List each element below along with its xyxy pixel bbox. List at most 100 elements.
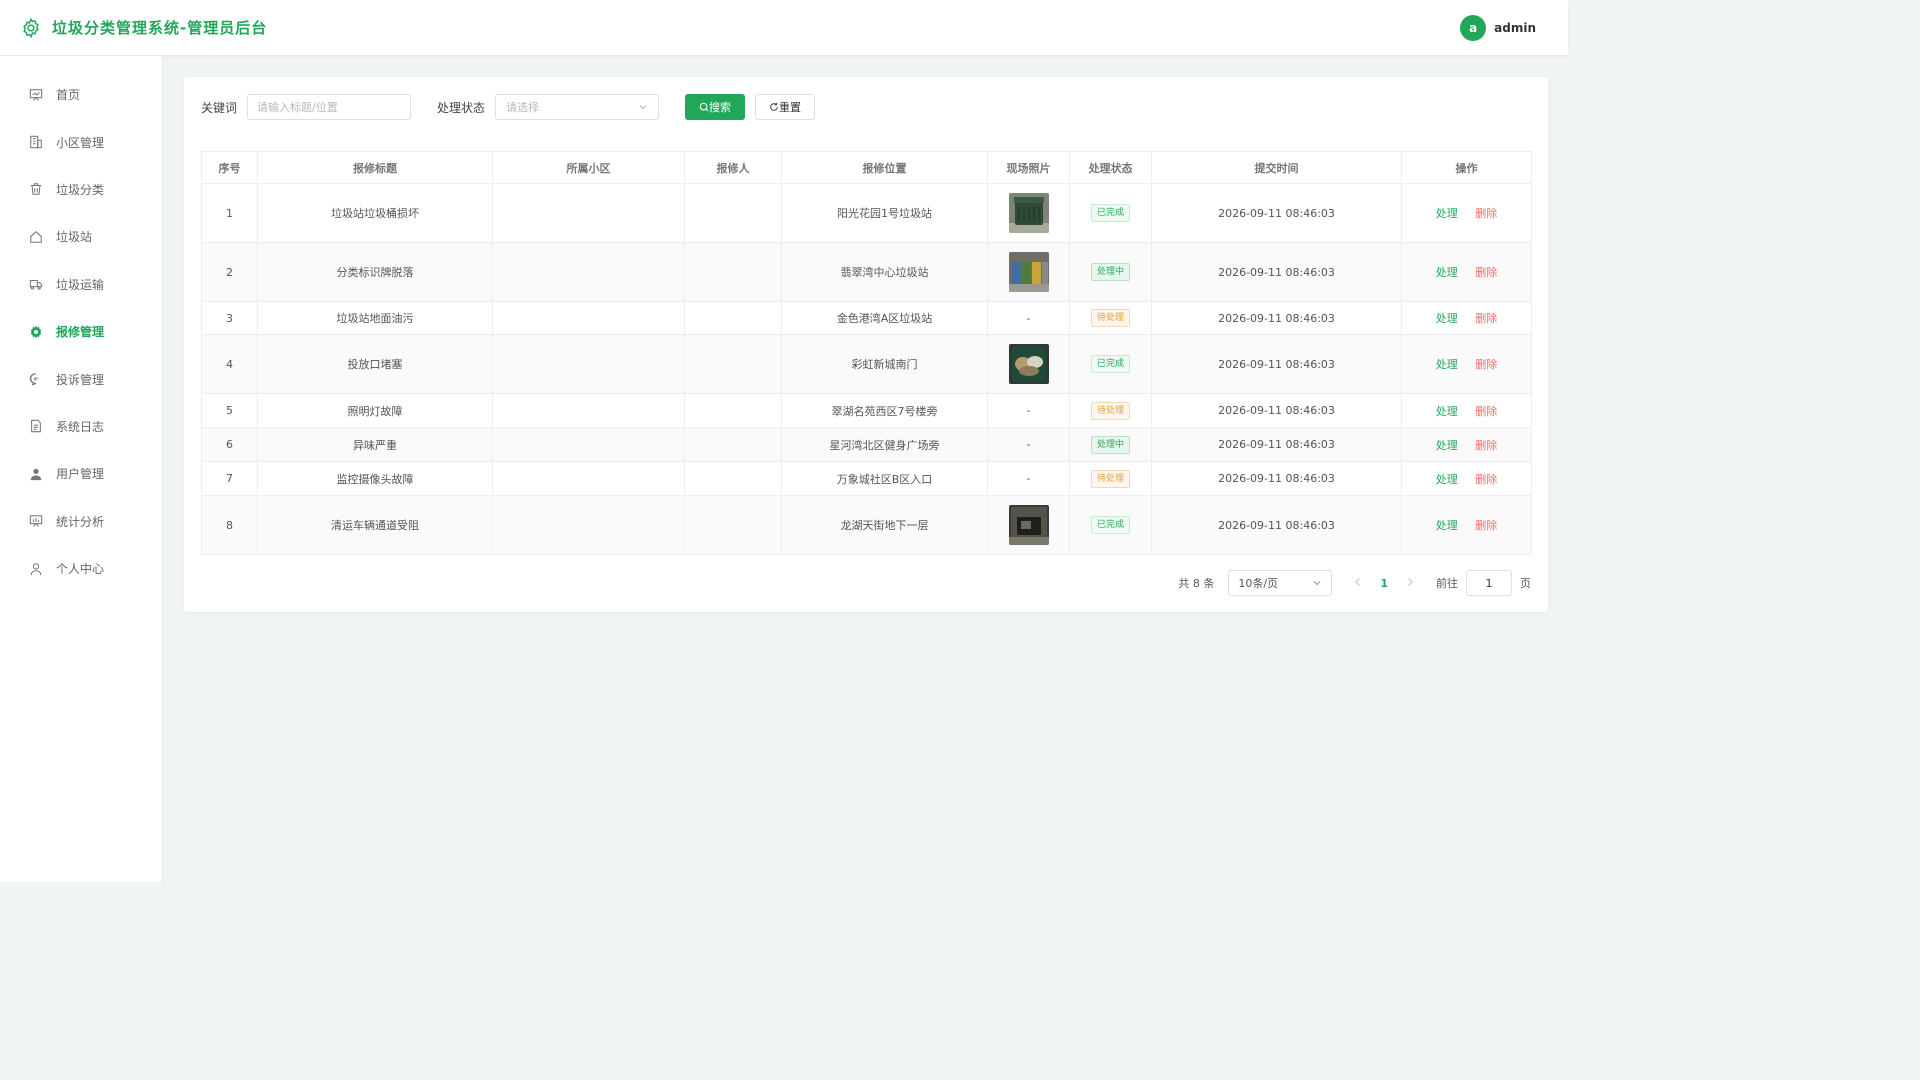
sidebar-item-label: 用户管理 bbox=[56, 467, 105, 482]
sidebar-item-label: 报修管理 bbox=[56, 325, 105, 340]
sidebar-item-label: 垃圾运输 bbox=[56, 277, 105, 292]
page-number-current[interactable]: 1 bbox=[1380, 577, 1388, 590]
status-badge: 已完成 bbox=[1090, 516, 1130, 534]
prev-page-button[interactable] bbox=[1354, 577, 1362, 590]
actions-cell: 处理 删除 bbox=[1401, 183, 1532, 243]
sidebar-item-label: 首页 bbox=[56, 88, 81, 103]
avatar[interactable]: a bbox=[1460, 14, 1487, 41]
house-icon bbox=[28, 229, 44, 245]
process-link[interactable]: 处理 bbox=[1436, 312, 1458, 325]
column-header: 操作 bbox=[1401, 151, 1532, 184]
gear-icon bbox=[28, 324, 44, 340]
photo-empty: - bbox=[987, 393, 1070, 428]
sidebar-item-statistics[interactable]: 统计分析 bbox=[0, 498, 162, 545]
sidebar-item-label: 个人中心 bbox=[56, 562, 105, 577]
repair-location: 翡翠湾中心垃圾站 bbox=[781, 242, 988, 302]
actions-cell: 处理 删除 bbox=[1401, 393, 1532, 428]
repair-title: 清运车辆通道受阻 bbox=[257, 495, 493, 555]
repair-title: 垃圾站地面油污 bbox=[257, 301, 493, 335]
actions-cell: 处理 删除 bbox=[1401, 301, 1532, 335]
process-link[interactable]: 处理 bbox=[1436, 473, 1458, 486]
row-number: 7 bbox=[201, 461, 258, 496]
photo-cell bbox=[987, 242, 1070, 302]
sidebar: 首页 小区管理 垃圾分类 垃圾站 垃圾运输 报修管理 投诉管理 系统日志 用户管… bbox=[0, 56, 163, 882]
goto-page-input[interactable] bbox=[1466, 570, 1512, 596]
process-link[interactable]: 处理 bbox=[1436, 439, 1458, 452]
next-page-button[interactable] bbox=[1406, 577, 1414, 590]
delete-link[interactable]: 删除 bbox=[1475, 312, 1497, 325]
delete-link[interactable]: 删除 bbox=[1475, 358, 1497, 371]
table-row: 2 分类标识牌脱落 翡翠湾中心垃圾站 处理中 2026-09-11 08:46:… bbox=[201, 242, 1532, 302]
page-size-select[interactable]: 10条/页 bbox=[1228, 570, 1333, 596]
delete-link[interactable]: 删除 bbox=[1475, 266, 1497, 279]
sidebar-item-label: 小区管理 bbox=[56, 135, 105, 150]
table-row: 7 监控摄像头故障 万象城社区B区入口 - 待处理 2026-09-11 08:… bbox=[201, 461, 1532, 496]
username[interactable]: admin bbox=[1494, 21, 1536, 35]
reporter-cell bbox=[684, 242, 782, 302]
keyword-input[interactable] bbox=[247, 94, 412, 120]
sidebar-item-classification[interactable]: 垃圾分类 bbox=[0, 166, 162, 213]
reporter-cell bbox=[684, 495, 782, 555]
page-suffix: 页 bbox=[1520, 577, 1531, 590]
process-link[interactable]: 处理 bbox=[1436, 266, 1458, 279]
goto-label: 前往 bbox=[1436, 577, 1458, 590]
delete-link[interactable]: 删除 bbox=[1475, 519, 1497, 532]
chevron-down-icon bbox=[1313, 581, 1321, 586]
chart-board-icon bbox=[28, 513, 44, 529]
sidebar-item-transport[interactable]: 垃圾运输 bbox=[0, 261, 162, 308]
actions-cell: 处理 删除 bbox=[1401, 495, 1532, 555]
community-cell bbox=[492, 334, 685, 394]
trash-can-icon bbox=[28, 181, 44, 197]
sidebar-item-users[interactable]: 用户管理 bbox=[0, 450, 162, 497]
sidebar-item-station[interactable]: 垃圾站 bbox=[0, 213, 162, 260]
row-number: 1 bbox=[201, 183, 258, 243]
photo-empty: - bbox=[987, 427, 1070, 462]
site-photo-thumbnail[interactable] bbox=[1008, 252, 1049, 292]
status-cell: 待处理 bbox=[1069, 301, 1152, 335]
repair-location: 星河湾北区健身广场旁 bbox=[781, 427, 988, 462]
column-header: 报修标题 bbox=[257, 151, 493, 184]
status-cell: 已完成 bbox=[1069, 334, 1152, 394]
sidebar-item-logs[interactable]: 系统日志 bbox=[0, 403, 162, 450]
user-menu[interactable]: a admin bbox=[1460, 14, 1536, 41]
chevron-down-icon bbox=[639, 105, 647, 110]
photo-cell bbox=[987, 183, 1070, 243]
status-select[interactable]: 请选择 bbox=[495, 94, 660, 120]
photo-cell bbox=[987, 334, 1070, 394]
process-link[interactable]: 处理 bbox=[1436, 207, 1458, 220]
delete-link[interactable]: 删除 bbox=[1475, 473, 1497, 486]
pagination: 共 8 条 10条/页 1 前往 页 bbox=[1178, 570, 1531, 596]
sidebar-item-community[interactable]: 小区管理 bbox=[0, 118, 162, 165]
status-badge: 待处理 bbox=[1090, 401, 1130, 420]
delete-link[interactable]: 删除 bbox=[1475, 207, 1497, 220]
site-photo-thumbnail[interactable] bbox=[1008, 505, 1049, 545]
reset-button[interactable]: 重置 bbox=[755, 94, 816, 120]
site-photo-thumbnail[interactable] bbox=[1008, 344, 1049, 384]
process-link[interactable]: 处理 bbox=[1436, 405, 1458, 418]
sidebar-item-home[interactable]: 首页 bbox=[0, 71, 162, 118]
chevron-right-icon bbox=[1408, 577, 1413, 586]
community-cell bbox=[492, 427, 685, 462]
community-cell bbox=[492, 495, 685, 555]
reporter-cell bbox=[684, 334, 782, 394]
submit-time: 2026-09-11 08:46:03 bbox=[1151, 301, 1402, 335]
site-photo-thumbnail[interactable] bbox=[1008, 193, 1049, 233]
sidebar-item-repair[interactable]: 报修管理 bbox=[0, 308, 162, 355]
total-count: 共 8 条 bbox=[1178, 577, 1215, 590]
search-button[interactable]: 搜索 bbox=[685, 94, 746, 120]
delete-link[interactable]: 删除 bbox=[1475, 439, 1497, 452]
repair-list-card: 关键词 处理状态 请选择 搜索 重置 序号 报修标题 所属小区 报修人 报修位 bbox=[184, 77, 1548, 612]
sidebar-item-label: 垃圾站 bbox=[56, 230, 93, 245]
community-cell bbox=[492, 301, 685, 335]
status-badge: 待处理 bbox=[1090, 469, 1130, 488]
process-link[interactable]: 处理 bbox=[1436, 519, 1458, 532]
process-link[interactable]: 处理 bbox=[1436, 358, 1458, 371]
sidebar-item-label: 投诉管理 bbox=[56, 372, 105, 387]
table-row: 4 投放口堵塞 彩虹新城南门 已完成 2026-09-11 08:46:03 处… bbox=[201, 334, 1532, 394]
photo-cell bbox=[987, 495, 1070, 555]
user-outline-icon bbox=[28, 561, 44, 577]
sidebar-item-profile[interactable]: 个人中心 bbox=[0, 545, 162, 592]
delete-link[interactable]: 删除 bbox=[1475, 405, 1497, 418]
sidebar-item-complaint[interactable]: 投诉管理 bbox=[0, 355, 162, 402]
row-number: 6 bbox=[201, 427, 258, 462]
